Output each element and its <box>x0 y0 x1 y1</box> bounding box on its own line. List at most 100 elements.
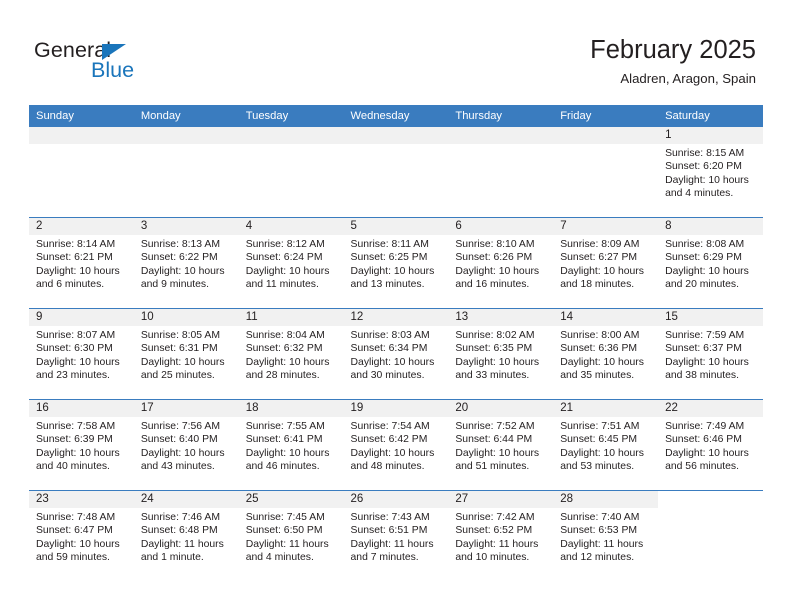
calendar-cell-day[interactable]: 21 Sunrise: 7:51 AM Sunset: 6:45 PM Dayligh… <box>553 399 659 491</box>
sunrise-time: Sunrise: 8:09 AM <box>560 239 640 250</box>
day-details: Sunrise: 8:09 AM Sunset: 6:27 PM Daylight:… <box>553 235 658 292</box>
calendar-cell-empty <box>343 127 449 218</box>
calendar-cell-day[interactable]: 9 Sunrise: 8:07 AM Sunset: 6:30 PM Daylight… <box>29 308 134 400</box>
sunrise-time: Sunrise: 7:46 AM <box>140 512 220 523</box>
day-details: Sunrise: 7:45 AM Sunset: 6:50 PM Daylight:… <box>239 508 344 565</box>
day-details: Sunrise: 8:05 AM Sunset: 6:31 PM Daylight:… <box>134 326 239 383</box>
calendar-cell-day[interactable]: 14 Sunrise: 8:00 AM Sunset: 6:36 PM Dayligh… <box>553 308 659 400</box>
day-details: Sunrise: 7:54 AM Sunset: 6:42 PM Daylight:… <box>344 417 449 474</box>
calendar-cell-day[interactable]: 6 Sunrise: 8:10 AM Sunset: 6:26 PM Daylight… <box>448 217 554 309</box>
daylight-duration-line2: and 43 minutes. <box>140 461 215 473</box>
sunset-time: Sunset: 6:21 PM <box>36 252 113 264</box>
day-details: Sunrise: 7:48 AM Sunset: 6:47 PM Daylight:… <box>29 508 134 565</box>
daylight-duration-line1: Daylight: 10 hours <box>455 356 540 368</box>
day-number: 9 <box>29 309 134 326</box>
day-number <box>553 127 659 144</box>
daylight-duration-line1: Daylight: 10 hours <box>455 265 540 277</box>
page-title: February 2025 <box>590 36 756 64</box>
calendar-cell-day[interactable]: 11 Sunrise: 8:04 AM Sunset: 6:32 PM Dayligh… <box>238 308 344 400</box>
calendar-cell-day[interactable]: 26 Sunrise: 7:43 AM Sunset: 6:51 PM Dayligh… <box>343 490 449 581</box>
calendar-cell-day[interactable]: 8 Sunrise: 8:08 AM Sunset: 6:29 PM Daylight… <box>658 217 763 309</box>
calendar-page: General Blue February 2025 Aladren, Arag… <box>0 0 792 612</box>
calendar-cell-day[interactable]: 28 Sunrise: 7:40 AM Sunset: 6:53 PM Dayligh… <box>553 490 659 581</box>
daylight-duration-line1: Daylight: 11 hours <box>140 538 224 550</box>
day-number: 27 <box>448 491 554 508</box>
daylight-duration-line2: and 48 minutes. <box>350 461 425 473</box>
calendar-cell-day[interactable]: 20 Sunrise: 7:52 AM Sunset: 6:44 PM Dayligh… <box>448 399 554 491</box>
daylight-duration-line2: and 10 minutes. <box>455 552 530 564</box>
sunrise-time: Sunrise: 8:07 AM <box>36 330 116 341</box>
column-header-friday: Friday <box>553 105 659 127</box>
daylight-duration-line1: Daylight: 10 hours <box>665 447 749 459</box>
sunset-time: Sunset: 6:37 PM <box>665 343 742 355</box>
calendar-cell-day[interactable]: 27 Sunrise: 7:42 AM Sunset: 6:52 PM Dayligh… <box>448 490 554 581</box>
sunrise-time: Sunrise: 7:55 AM <box>245 421 325 432</box>
calendar-cell-day[interactable]: 3 Sunrise: 8:13 AM Sunset: 6:22 PM Daylight… <box>133 217 239 309</box>
sunset-time: Sunset: 6:31 PM <box>140 343 218 355</box>
daylight-duration-line2: and 23 minutes. <box>36 370 110 382</box>
sunset-time: Sunset: 6:20 PM <box>665 161 742 173</box>
calendar-cell-day[interactable]: 12 Sunrise: 8:03 AM Sunset: 6:34 PM Dayligh… <box>343 308 449 400</box>
sunrise-time: Sunrise: 7:52 AM <box>455 421 535 432</box>
column-header-wednesday: Wednesday <box>343 105 449 127</box>
day-details: Sunrise: 8:11 AM Sunset: 6:25 PM Daylight:… <box>344 235 449 292</box>
calendar-cell-day[interactable]: 15 Sunrise: 7:59 AM Sunset: 6:37 PM Dayligh… <box>658 308 763 400</box>
day-number: 14 <box>553 309 659 326</box>
day-number: 23 <box>29 491 134 508</box>
calendar-cell-day[interactable]: 2 Sunrise: 8:14 AM Sunset: 6:21 PM Daylight… <box>29 217 134 309</box>
daylight-duration-line2: and 9 minutes. <box>140 279 210 291</box>
daylight-duration-line2: and 38 minutes. <box>665 370 739 382</box>
daylight-duration-line2: and 7 minutes. <box>350 552 419 564</box>
day-number <box>343 127 449 144</box>
sunset-time: Sunset: 6:34 PM <box>350 343 428 355</box>
calendar-cell-day[interactable]: 25 Sunrise: 7:45 AM Sunset: 6:50 PM Dayligh… <box>238 490 344 581</box>
column-header-thursday: Thursday <box>448 105 554 127</box>
calendar-cell-day[interactable]: 23 Sunrise: 7:48 AM Sunset: 6:47 PM Dayligh… <box>29 490 134 581</box>
calendar-header-row: Sunday Monday Tuesday Wednesday Thursday… <box>29 105 763 127</box>
calendar-cell-day[interactable]: 24 Sunrise: 7:46 AM Sunset: 6:48 PM Dayligh… <box>133 490 239 581</box>
day-details: Sunrise: 8:14 AM Sunset: 6:21 PM Daylight:… <box>29 235 134 292</box>
daylight-duration-line2: and 6 minutes. <box>36 279 105 291</box>
daylight-duration-line1: Daylight: 10 hours <box>36 447 120 459</box>
calendar-cell-day[interactable]: 17 Sunrise: 7:56 AM Sunset: 6:40 PM Dayligh… <box>133 399 239 491</box>
daylight-duration-line2: and 35 minutes. <box>560 370 635 382</box>
calendar-cell-empty <box>448 127 554 218</box>
sunset-time: Sunset: 6:53 PM <box>560 525 638 537</box>
daylight-duration-line2: and 46 minutes. <box>245 461 320 473</box>
daylight-duration-line1: Daylight: 10 hours <box>560 265 644 277</box>
daylight-duration-line2: and 20 minutes. <box>665 279 739 291</box>
calendar-cell-day[interactable]: 22 Sunrise: 7:49 AM Sunset: 6:46 PM Dayligh… <box>658 399 763 491</box>
logo-text-blue: Blue <box>91 58 135 82</box>
sunset-time: Sunset: 6:44 PM <box>455 434 533 446</box>
column-header-saturday: Saturday <box>658 105 763 127</box>
calendar-cell-day[interactable]: 10 Sunrise: 8:05 AM Sunset: 6:31 PM Dayligh… <box>133 308 239 400</box>
daylight-duration-line2: and 56 minutes. <box>665 461 739 473</box>
sunset-time: Sunset: 6:40 PM <box>140 434 218 446</box>
calendar-cell-day[interactable]: 4 Sunrise: 8:12 AM Sunset: 6:24 PM Daylight… <box>238 217 344 309</box>
calendar-cell-day[interactable]: 5 Sunrise: 8:11 AM Sunset: 6:25 PM Daylight… <box>343 217 449 309</box>
day-number: 7 <box>553 218 659 235</box>
daylight-duration-line1: Daylight: 10 hours <box>140 356 225 368</box>
day-number: 18 <box>238 400 344 417</box>
sunrise-time: Sunrise: 7:45 AM <box>245 512 325 523</box>
calendar-cell-day[interactable]: 19 Sunrise: 7:54 AM Sunset: 6:42 PM Dayligh… <box>343 399 449 491</box>
column-header-tuesday: Tuesday <box>238 105 344 127</box>
calendar-cell-day[interactable]: 7 Sunrise: 8:09 AM Sunset: 6:27 PM Daylight… <box>553 217 659 309</box>
general-blue-logo[interactable]: General Blue <box>34 38 214 88</box>
sunset-time: Sunset: 6:45 PM <box>560 434 638 446</box>
daylight-duration-line2: and 40 minutes. <box>36 461 110 473</box>
calendar-cell-day[interactable]: 16 Sunrise: 7:58 AM Sunset: 6:39 PM Dayligh… <box>29 399 134 491</box>
calendar-cell-day[interactable]: 1 Sunrise: 8:15 AM Sunset: 6:20 PM Daylight… <box>658 127 763 218</box>
day-details: Sunrise: 7:46 AM Sunset: 6:48 PM Daylight:… <box>134 508 239 565</box>
daylight-duration-line2: and 16 minutes. <box>455 279 530 291</box>
calendar-cell-day[interactable]: 13 Sunrise: 8:02 AM Sunset: 6:35 PM Dayligh… <box>448 308 554 400</box>
calendar-week-row: 9 Sunrise: 8:07 AM Sunset: 6:30 PM Daylight… <box>29 308 763 400</box>
sunrise-time: Sunrise: 7:56 AM <box>140 421 220 432</box>
daylight-duration-line2: and 59 minutes. <box>36 552 110 564</box>
sunrise-time: Sunrise: 8:05 AM <box>140 330 220 341</box>
calendar-cell-day[interactable]: 18 Sunrise: 7:55 AM Sunset: 6:41 PM Dayligh… <box>238 399 344 491</box>
day-details: Sunrise: 7:42 AM Sunset: 6:52 PM Daylight:… <box>448 508 553 565</box>
sunset-time: Sunset: 6:24 PM <box>245 252 323 264</box>
daylight-duration-line2: and 18 minutes. <box>560 279 635 291</box>
calendar-week-row: 16 Sunrise: 7:58 AM Sunset: 6:39 PM Dayligh… <box>29 399 763 491</box>
